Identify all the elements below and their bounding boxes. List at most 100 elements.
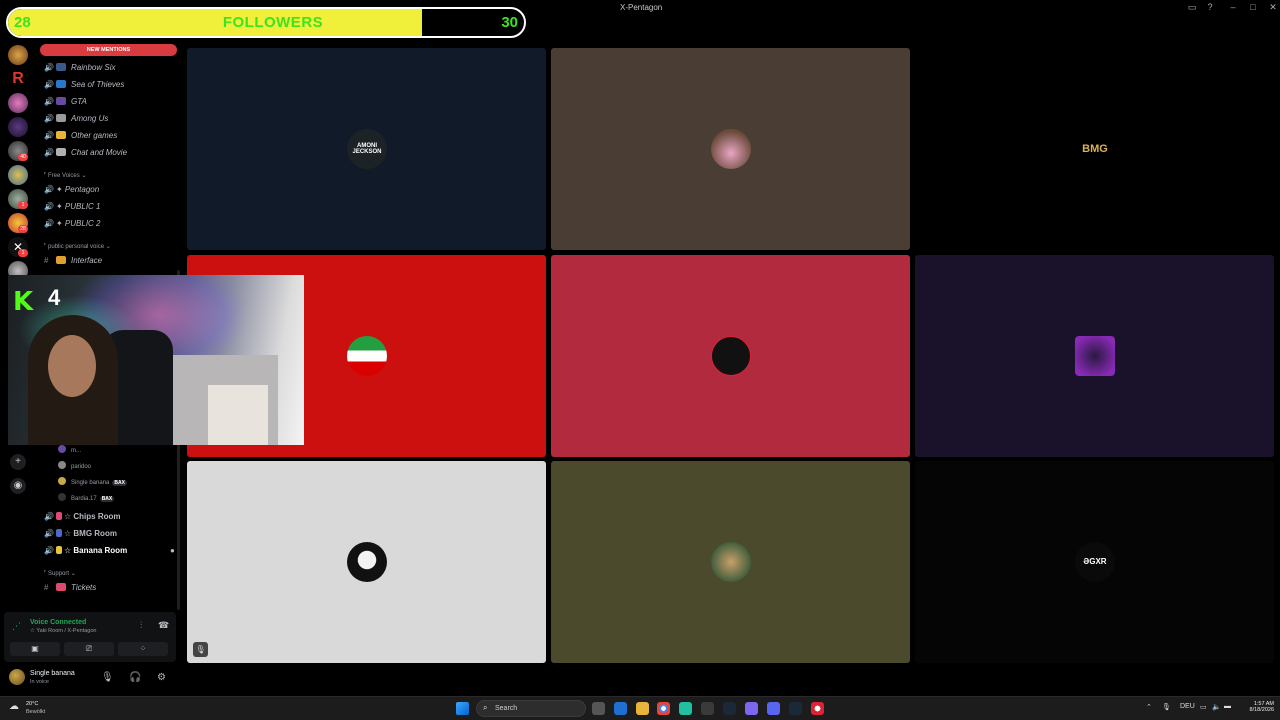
participant-tile[interactable]: ƏGXR bbox=[915, 461, 1274, 663]
windows-start-icon[interactable] bbox=[456, 702, 469, 715]
voice-channel[interactable]: 🔊 GTA bbox=[44, 97, 174, 111]
speaker-icon: 🔊 bbox=[44, 512, 54, 521]
maximize-button[interactable]: □ bbox=[1246, 2, 1260, 12]
add-server-icon[interactable]: + bbox=[10, 454, 26, 470]
participant-tile[interactable] bbox=[551, 461, 910, 663]
avatar bbox=[58, 445, 66, 453]
text-channel-tickets[interactable]: # Tickets bbox=[44, 583, 174, 597]
voice-member[interactable]: Single banana BAX bbox=[58, 477, 127, 489]
cloud-icon[interactable]: ☁ bbox=[9, 701, 19, 712]
user-panel: Single banana In voice 🎙 🎧 ⚙ bbox=[0, 664, 180, 692]
voice-channel[interactable]: 🔊 ✦ Pentagon bbox=[44, 185, 174, 199]
voice-channel[interactable]: 🔊 Sea of Thieves bbox=[44, 80, 174, 94]
voice-channel[interactable]: 🔊 ✦ PUBLIC 1 bbox=[44, 202, 174, 216]
weather-temperature[interactable]: 20°C bbox=[26, 701, 38, 707]
avatar[interactable] bbox=[9, 669, 25, 685]
system-clock[interactable]: 1:57 AM 8/18/2026 bbox=[1240, 701, 1274, 713]
screen-share-icon: ⎚ bbox=[85, 644, 93, 653]
unread-badge: 28 bbox=[18, 225, 28, 233]
member-tag: BAX bbox=[112, 480, 127, 486]
server-icon[interactable] bbox=[8, 45, 28, 65]
speaker-icon: 🔊 bbox=[44, 114, 54, 123]
outlook-icon[interactable] bbox=[614, 702, 627, 715]
voice-member[interactable]: m... bbox=[58, 445, 81, 457]
speaker-icon: 🔊 bbox=[44, 546, 54, 555]
app-icon[interactable] bbox=[701, 702, 714, 715]
steam-icon[interactable] bbox=[723, 702, 736, 715]
explore-icon[interactable]: ◉ bbox=[10, 478, 26, 494]
screen-share-button[interactable]: ⎚ bbox=[64, 642, 114, 656]
app-icon[interactable] bbox=[745, 702, 758, 715]
voice-channel[interactable]: 🔊 Other games bbox=[44, 131, 174, 145]
voice-channel[interactable]: 🔊 ☆ BMG Room bbox=[44, 529, 174, 543]
server-icon[interactable]: R bbox=[8, 69, 28, 89]
server-icon[interactable] bbox=[8, 117, 28, 137]
network-icon[interactable]: ▭ bbox=[1200, 703, 1207, 711]
voice-channel[interactable]: 🔊 Rainbow Six bbox=[44, 63, 174, 77]
voice-member[interactable]: paridoo bbox=[58, 461, 91, 473]
clock-date: 8/18/2026 bbox=[1249, 707, 1274, 713]
participant-tile[interactable]: 🎙 bbox=[187, 461, 546, 663]
keyboard-language[interactable]: DEU bbox=[1180, 703, 1195, 710]
voice-channel[interactable]: 🔊 Among Us bbox=[44, 114, 174, 128]
inbox-icon[interactable]: ▭ bbox=[1185, 2, 1199, 13]
channel-emoji-icon bbox=[56, 529, 62, 537]
file-explorer-icon[interactable] bbox=[636, 702, 649, 715]
server-icon[interactable] bbox=[8, 93, 28, 113]
weather-description[interactable]: Bewölkt bbox=[26, 709, 45, 715]
category-support[interactable]: ⸢ Support ⌄ bbox=[44, 570, 76, 577]
signal-icon[interactable]: ⋰ bbox=[12, 621, 21, 632]
task-view-icon[interactable] bbox=[592, 702, 605, 715]
microphone-icon[interactable]: 🎙 bbox=[101, 672, 114, 683]
channel-emoji-icon bbox=[56, 148, 66, 156]
participant-tile[interactable]: BMG bbox=[915, 48, 1274, 250]
hashtag-icon: # bbox=[44, 256, 49, 265]
participant-tile[interactable] bbox=[915, 255, 1274, 457]
voice-channel[interactable]: 🔊 ✦ PUBLIC 2 bbox=[44, 219, 174, 233]
app-icon[interactable] bbox=[679, 702, 692, 715]
category-public-personal-voice[interactable]: ⸢ public personal voice ⌄ bbox=[44, 243, 111, 250]
tray-chevron-icon[interactable]: ⌃ bbox=[1146, 703, 1152, 711]
tray-mic-icon[interactable]: 🎙 bbox=[1162, 703, 1171, 711]
voice-channel-active[interactable]: 🔊 ☆ Banana Room ● bbox=[44, 546, 175, 560]
voice-channel[interactable]: 🔊 ☆ Chips Room bbox=[44, 512, 174, 526]
voice-channel[interactable]: 🔊 Chat and Movie bbox=[44, 148, 174, 162]
discord-icon[interactable] bbox=[767, 702, 780, 715]
unread-badge: 40 bbox=[18, 153, 28, 161]
speaker-icon: 🔊 bbox=[44, 202, 54, 211]
noise-suppression-icon[interactable]: ⫶ bbox=[140, 620, 142, 631]
text-channel-interface[interactable]: # Interface bbox=[44, 256, 174, 270]
new-mentions-banner[interactable]: NEW MENTIONS bbox=[40, 44, 177, 56]
camera-button[interactable]: ▣ bbox=[10, 642, 60, 656]
user-name[interactable]: Single banana bbox=[30, 670, 75, 677]
tile-mute-icon[interactable]: 🎙 bbox=[193, 642, 208, 657]
followers-label: FOLLOWERS bbox=[222, 14, 324, 31]
chat-bubble-icon[interactable]: ● bbox=[170, 546, 175, 555]
participant-tile[interactable]: AMONI JECKSON bbox=[187, 48, 546, 250]
voice-member[interactable]: Bardia.17 BAX bbox=[58, 493, 115, 505]
app-icon[interactable] bbox=[811, 702, 824, 715]
voice-room[interactable]: ☆ Yaki Room / X-Pentagon bbox=[30, 628, 96, 634]
participant-tile[interactable] bbox=[551, 48, 910, 250]
minimize-button[interactable]: – bbox=[1226, 2, 1240, 12]
channel-emoji-icon bbox=[56, 131, 66, 139]
server-icon[interactable] bbox=[8, 165, 28, 185]
voice-status[interactable]: Voice Connected bbox=[30, 619, 86, 626]
close-button[interactable]: ✕ bbox=[1266, 2, 1280, 13]
chrome-icon[interactable] bbox=[657, 702, 670, 715]
speaker-icon: 🔊 bbox=[44, 63, 54, 72]
activities-button[interactable]: ⁘ bbox=[118, 642, 168, 656]
avatar bbox=[711, 542, 751, 582]
channel-emoji-icon bbox=[56, 583, 66, 591]
kick-logo-icon: K bbox=[13, 287, 34, 317]
category-free-voices[interactable]: ⸢ Free Voices ⌄ bbox=[44, 172, 86, 179]
battery-icon[interactable]: ▬ bbox=[1224, 703, 1231, 710]
taskbar-search[interactable]: ⌕ Search bbox=[476, 700, 586, 717]
disconnect-icon[interactable]: ☎ bbox=[158, 620, 169, 631]
participant-tile[interactable] bbox=[551, 255, 910, 457]
steam-icon[interactable] bbox=[789, 702, 802, 715]
headphones-icon[interactable]: 🎧 bbox=[129, 672, 141, 683]
help-icon[interactable]: ? bbox=[1203, 2, 1217, 12]
settings-gear-icon[interactable]: ⚙ bbox=[157, 672, 166, 683]
volume-icon[interactable]: 🔈 bbox=[1212, 703, 1221, 711]
